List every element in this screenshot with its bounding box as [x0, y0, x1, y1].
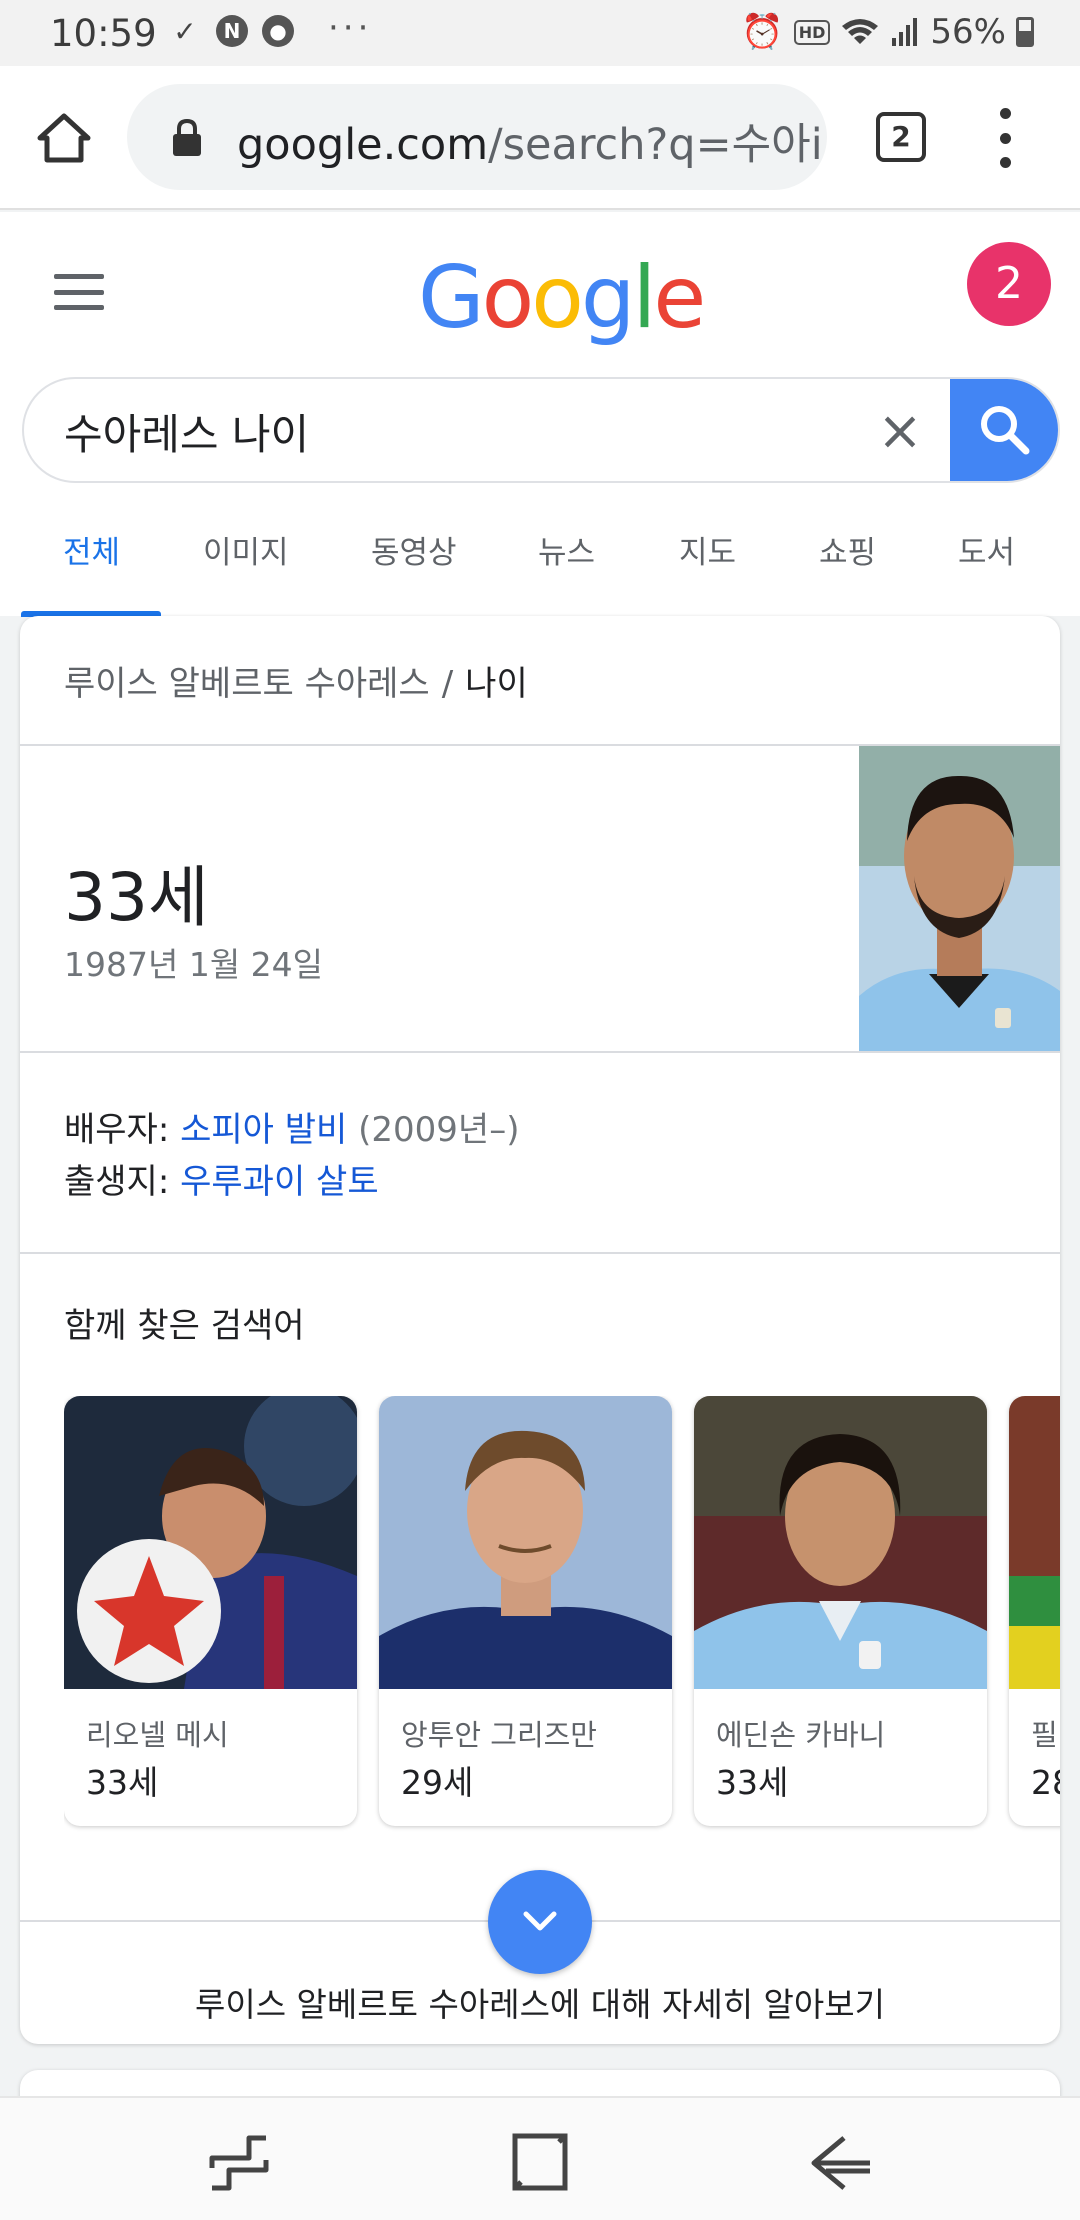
chevron-down-icon: [523, 1911, 557, 1931]
check-download-icon: ✓: [173, 14, 197, 48]
status-system-icons: ⏰ HD 56%: [741, 12, 1034, 52]
tab-videos[interactable]: 동영상: [371, 527, 457, 572]
breadcrumb: 루이스 알베르토 수아레스 / 나이: [64, 656, 528, 705]
related-photo: [64, 1396, 357, 1689]
tab-switcher-button[interactable]: 2: [876, 112, 926, 162]
url-host: google.com: [237, 120, 489, 170]
divider: [20, 1252, 1060, 1254]
fact-spouse: 배우자: 소피아 발비 (2009년–): [64, 1102, 519, 1151]
related-age: 33세: [716, 1763, 789, 1802]
expand-button[interactable]: [488, 1870, 592, 1974]
breadcrumb-separator: /: [441, 664, 454, 704]
tab-images[interactable]: 이미지: [203, 527, 289, 572]
recent-apps-icon[interactable]: [204, 2128, 274, 2198]
hamburger-menu-icon[interactable]: [54, 274, 104, 310]
related-name: 앙투안 그리즈만: [401, 1718, 597, 1752]
account-avatar[interactable]: 2: [967, 242, 1051, 326]
spouse-link[interactable]: 소피아 발비: [180, 1110, 347, 1150]
tab-all[interactable]: 전체: [63, 527, 120, 572]
home-icon[interactable]: [36, 110, 92, 166]
related-age: 29세: [401, 1763, 474, 1802]
fact-label: 출생지:: [64, 1162, 181, 1202]
related-photo: [694, 1396, 987, 1689]
system-navigation-bar: [0, 2096, 1080, 2220]
spouse-years: (2009년–): [347, 1110, 520, 1150]
tab-books[interactable]: 도서: [958, 527, 1015, 572]
more-options-icon[interactable]: [990, 108, 1020, 168]
related-age: 28세: [1031, 1763, 1060, 1802]
battery-percent: 56%: [930, 12, 1006, 52]
related-name: 필리: [1031, 1718, 1060, 1752]
tab-news[interactable]: 뉴스: [538, 527, 595, 572]
related-card[interactable]: 리오넬 메시 33세: [64, 1396, 357, 1826]
related-card[interactable]: 에딘손 카바니 33세: [694, 1396, 987, 1826]
fact-label: 배우자:: [64, 1110, 181, 1150]
breadcrumb-current: 나이: [465, 664, 528, 704]
n-badge-icon: N: [216, 15, 248, 47]
status-notification-icons: ✓ N ●: [168, 14, 294, 48]
google-logo[interactable]: Google: [418, 248, 706, 348]
status-bar: 10:59 ✓ N ● ··· ⏰ HD 56%: [0, 0, 1080, 66]
search-box[interactable]: 수아레스 나이 ×: [22, 377, 1060, 483]
hd-voice-icon: HD: [793, 19, 831, 45]
search-input[interactable]: 수아레스 나이: [64, 401, 309, 462]
related-searches-title: 함께 찾은 검색어: [64, 1306, 305, 1346]
related-photo: [1009, 1396, 1060, 1689]
related-age: 33세: [86, 1763, 159, 1802]
breadcrumb-entity[interactable]: 루이스 알베르토 수아레스: [64, 664, 430, 704]
alarm-icon: ⏰: [741, 12, 784, 52]
related-name: 리오넬 메시: [86, 1718, 229, 1752]
status-time: 10:59: [50, 12, 157, 55]
fact-birthplace: 출생지: 우루과이 살토: [64, 1154, 379, 1203]
signal-icon: [892, 18, 918, 46]
battery-icon: [1016, 17, 1034, 47]
divider: [20, 1051, 1060, 1053]
browser-toolbar: google.com/search?q=수아i 2: [0, 66, 1080, 210]
google-header: Google 2 수아레스 나이 × 전체 이미지 동영상 뉴스 지도 쇼핑 도…: [0, 212, 1080, 617]
address-bar[interactable]: google.com/search?q=수아i: [127, 84, 827, 190]
age-answer: 33세: [64, 859, 209, 936]
tab-shopping[interactable]: 쇼핑: [819, 527, 876, 572]
url-path: /search?q=수아i: [488, 120, 823, 170]
search-button[interactable]: [950, 379, 1058, 481]
related-photo: [379, 1396, 672, 1689]
birth-date: 1987년 1월 24일: [64, 945, 324, 984]
home-nav-icon[interactable]: [505, 2128, 575, 2198]
learn-more-link[interactable]: 루이스 알베르토 수아레스에 대해 자세히 알아보기: [20, 1978, 1060, 2026]
wifi-icon: [842, 19, 879, 44]
tab-maps[interactable]: 지도: [679, 527, 736, 572]
basketball-icon: ●: [262, 15, 294, 47]
related-name: 에딘손 카바니: [716, 1718, 886, 1752]
knowledge-panel: 루이스 알베르토 수아레스 / 나이 33세 1987년 1월 24일 배우자: 소…: [20, 616, 1060, 2044]
back-icon[interactable]: [806, 2128, 876, 2198]
lock-icon: [173, 118, 201, 156]
url-text: google.com/search?q=수아i: [237, 110, 823, 172]
clear-search-icon[interactable]: ×: [872, 403, 928, 459]
related-card[interactable]: 필리 28세: [1009, 1396, 1060, 1826]
related-card[interactable]: 앙투안 그리즈만 29세: [379, 1396, 672, 1826]
search-icon: [981, 406, 1030, 455]
entity-photo[interactable]: [859, 746, 1060, 1051]
search-tabs: 전체 이미지 동영상 뉴스 지도 쇼핑 도서: [0, 507, 1080, 617]
more-notifications-icon: ···: [328, 8, 373, 48]
birthplace-link[interactable]: 우루과이 살토: [180, 1162, 379, 1202]
related-searches-carousel[interactable]: 리오넬 메시 33세 앙투안 그리즈만 29세 에딘손 카바니 33세 필 2: [64, 1396, 1060, 1836]
